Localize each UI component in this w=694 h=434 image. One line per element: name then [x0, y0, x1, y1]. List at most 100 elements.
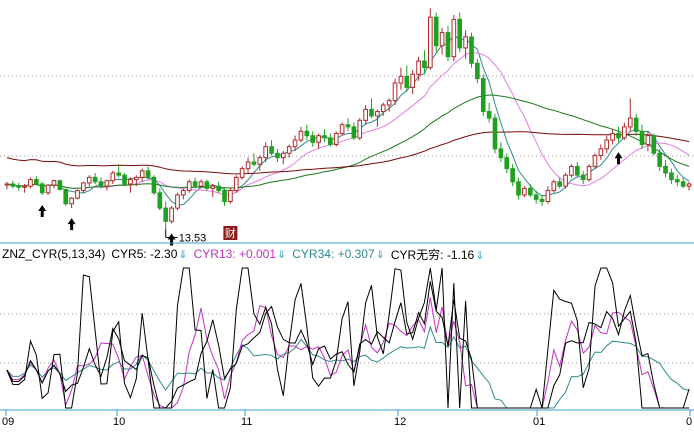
candle-body [428, 16, 433, 69]
indicator-line [6, 297, 690, 409]
candle-body [86, 176, 92, 184]
candle-body [157, 192, 163, 209]
candle-body [592, 154, 598, 167]
candle-body [263, 146, 268, 159]
candle-body [34, 179, 39, 185]
candle-body [604, 139, 610, 150]
candle-body [369, 108, 374, 117]
candle-body [492, 117, 498, 150]
candle-body [639, 130, 645, 145]
candle-body [610, 132, 615, 141]
candle-body [386, 100, 392, 106]
candle-body [222, 190, 227, 203]
candle-body [586, 165, 592, 181]
up-arrow-icon [38, 204, 47, 217]
down-arrow-icon: ⇓ [277, 249, 287, 261]
indicator-lines [6, 267, 690, 409]
candle-body [622, 126, 627, 139]
candle-body [410, 73, 416, 88]
candle-body [110, 172, 116, 182]
candle-body [504, 157, 510, 170]
candle-body [457, 18, 463, 49]
candle-body [398, 75, 404, 84]
candle-body [22, 185, 27, 188]
candle-body [192, 181, 198, 187]
x-tick-label: 12 [394, 416, 406, 428]
stock-chart: 13.53 财 09 10 11 12 01 0 [0, 8, 694, 428]
candle-body [345, 124, 351, 128]
x-tick-label: 01 [533, 416, 545, 428]
candle-body [163, 207, 169, 222]
candle-body [328, 137, 333, 145]
candle-body [480, 78, 486, 113]
candle-body [280, 152, 286, 159]
candle-body [292, 139, 298, 148]
candle-body [569, 165, 574, 176]
candle-body [598, 148, 604, 156]
candle-body [539, 198, 545, 203]
up-arrow-icon [167, 233, 176, 246]
candle-body [28, 179, 33, 187]
candle-body [380, 104, 386, 113]
candle-body [57, 180, 63, 190]
candle-body [4, 183, 10, 186]
candle-body [286, 146, 292, 154]
candle-body [527, 187, 533, 196]
candles [4, 8, 692, 230]
candle-body [16, 185, 22, 188]
candle-body [433, 16, 439, 47]
candle-body [498, 148, 504, 159]
candle-body [51, 180, 57, 186]
x-axis-ticks: 09 10 11 12 01 0 [2, 410, 692, 428]
candle-body [98, 181, 104, 187]
candle-body [198, 181, 204, 187]
candle-body [486, 111, 492, 119]
legend-cyr13: CYR13: +0.001⇓ [194, 247, 287, 261]
candle-body [122, 174, 127, 185]
legend-cyr5-label: CYR5: -2.30 [111, 247, 178, 261]
candle-body [322, 135, 327, 139]
indicator-name: ZNZ_CYR(5,13,34) [2, 247, 106, 261]
candle-body [116, 172, 121, 176]
candle-body [533, 194, 539, 200]
candle-body [186, 181, 192, 192]
indicator-line [6, 267, 690, 409]
candle-body [228, 190, 233, 203]
candle-body [92, 176, 98, 183]
candle-body [104, 180, 110, 187]
candle-body [375, 111, 380, 117]
candle-body [627, 117, 633, 128]
candle-body [469, 36, 474, 64]
candle-body [63, 188, 69, 205]
candle-body [45, 184, 51, 194]
candle-body [139, 170, 145, 178]
candle-body [10, 183, 16, 187]
candle-body [151, 176, 157, 194]
candle-body [657, 152, 662, 167]
indicator-legend: ZNZ_CYR(5,13,34) CYR5: -2.30⇓ CYR13: +0.… [2, 245, 484, 263]
chart-stage: 13.53 财 09 10 11 12 01 0 ZNZ_CYR(5,13,34) CYR… [0, 0, 694, 429]
candle-body [557, 181, 563, 187]
legend-cyr34-label: CYR34: +0.307 [292, 247, 375, 261]
candle-body [216, 185, 221, 192]
candle-body [463, 36, 468, 49]
candle-body [39, 183, 45, 194]
candle-body [445, 32, 451, 58]
x-tick-label: 10 [113, 416, 125, 428]
candle-body [680, 181, 686, 187]
legend-cyr34: CYR34: +0.307⇓ [292, 247, 385, 261]
candle-body [475, 62, 480, 80]
candle-body [563, 174, 568, 187]
candle-body [416, 60, 421, 75]
legend-cyr13-label: CYR13: +0.001 [193, 247, 277, 261]
x-tick-label: 0 [686, 416, 692, 428]
candle-body [310, 135, 316, 143]
down-arrow-icon: ⇓ [375, 249, 385, 261]
candle-body [245, 161, 251, 170]
candle-body [69, 197, 74, 205]
candle-body [298, 130, 304, 141]
candle-body [663, 165, 668, 174]
legend-cyr5: CYR5: -2.30⇓ [111, 247, 187, 261]
event-badge-label: 财 [225, 226, 236, 240]
candle-body [551, 181, 557, 192]
